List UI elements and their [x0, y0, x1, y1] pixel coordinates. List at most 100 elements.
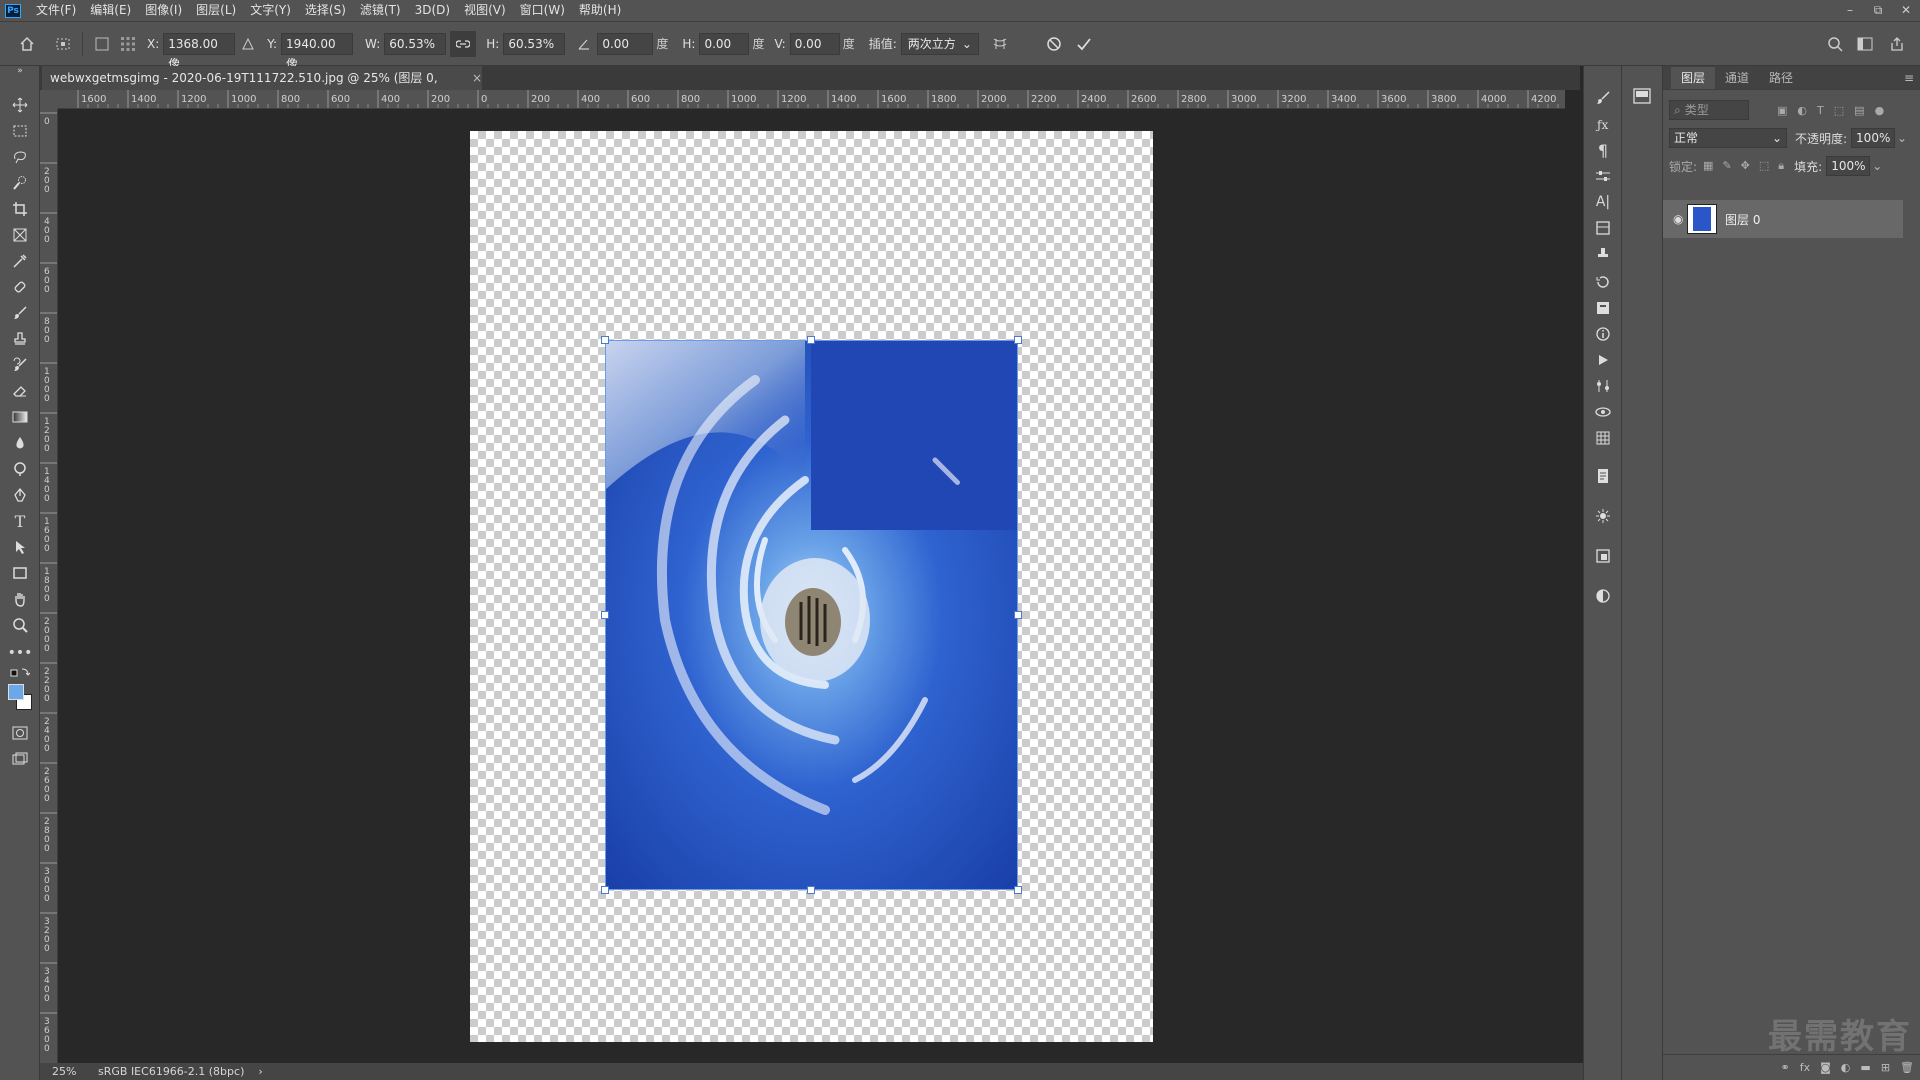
adjustment-filter-icon[interactable]: ◐	[1797, 104, 1807, 117]
zoom-tool-icon[interactable]	[8, 614, 32, 636]
transform-handle-top-right[interactable]	[1014, 336, 1022, 344]
swatches-panel-icon[interactable]	[1633, 88, 1653, 106]
timeline-icon[interactable]	[1592, 506, 1614, 526]
transform-tool-icon[interactable]	[50, 31, 76, 57]
height-percent-input[interactable]: 60.53%	[503, 32, 566, 55]
link-layers-icon[interactable]: ⚭	[1781, 1061, 1790, 1074]
transform-handle-bottom-right[interactable]	[1014, 886, 1022, 894]
move-tool-icon[interactable]	[8, 94, 32, 116]
rectangle-tool-icon[interactable]	[8, 562, 32, 584]
3d-icon[interactable]	[1592, 402, 1614, 422]
width-percent-input[interactable]: 60.53%	[384, 32, 447, 55]
v-skew-input[interactable]: 0.00	[789, 32, 840, 55]
table-icon[interactable]	[1592, 428, 1614, 448]
history-brush-tool-icon[interactable]	[8, 354, 32, 376]
free-transform-bounding-box[interactable]	[601, 336, 1022, 894]
transform-handle-bottom-left[interactable]	[601, 886, 609, 894]
warp-mode-icon[interactable]	[987, 31, 1013, 57]
pen-tool-icon[interactable]	[8, 484, 32, 506]
menu-help[interactable]: 帮助(H)	[572, 0, 628, 21]
smart-object-filter-icon[interactable]: ▤	[1854, 104, 1864, 117]
chevron-down-icon[interactable]: ⌄	[1897, 131, 1907, 145]
navigator-icon[interactable]	[1592, 546, 1614, 566]
menu-select[interactable]: 选择(S)	[298, 0, 353, 21]
y-position-input[interactable]: 1940.00 像	[281, 32, 354, 71]
lock-position-icon[interactable]: ✥	[1741, 159, 1750, 173]
restore-button[interactable]: ⧉	[1864, 0, 1892, 21]
tab-channels[interactable]: 通道	[1715, 67, 1759, 89]
fill-input[interactable]: 100%	[1826, 156, 1871, 176]
lock-pixels-icon[interactable]: ✎	[1722, 159, 1731, 173]
character-icon[interactable]: A|	[1592, 192, 1614, 212]
transform-handle-right[interactable]	[1014, 611, 1022, 619]
lasso-tool-icon[interactable]	[8, 146, 32, 168]
menu-filter[interactable]: 滤镜(T)	[353, 0, 408, 21]
menu-file[interactable]: 文件(F)	[29, 0, 83, 21]
type-filter-icon[interactable]: T	[1817, 104, 1824, 117]
minimize-button[interactable]: –	[1836, 0, 1864, 21]
reference-point-grid-icon[interactable]	[115, 31, 141, 57]
workspace-icon[interactable]	[1852, 31, 1878, 57]
foreground-color-swatch[interactable]	[8, 684, 24, 700]
reference-point-checkbox[interactable]	[89, 31, 115, 57]
clone-source-icon[interactable]	[1592, 244, 1614, 264]
crop-tool-icon[interactable]	[8, 198, 32, 220]
quick-mask-icon[interactable]	[8, 722, 32, 744]
healing-brush-tool-icon[interactable]	[8, 276, 32, 298]
stamp-tool-icon[interactable]	[8, 328, 32, 350]
tab-layers[interactable]: 图层	[1671, 67, 1716, 89]
commit-transform-icon[interactable]	[1071, 31, 1097, 57]
transform-handle-top[interactable]	[807, 336, 815, 344]
x-position-input[interactable]: 1368.00 像	[163, 32, 236, 71]
h-skew-input[interactable]: 0.00	[699, 32, 750, 55]
menu-3d[interactable]: 3D(D)	[408, 0, 457, 21]
gradient-tool-icon[interactable]	[8, 406, 32, 428]
brush-settings-icon[interactable]	[1592, 88, 1614, 108]
search-icon[interactable]	[1822, 31, 1848, 57]
layer-row[interactable]: ◉ 图层 0	[1663, 200, 1903, 238]
channels-mixer-icon[interactable]	[1592, 376, 1614, 396]
fx-icon[interactable]: fx	[1800, 1061, 1810, 1074]
type-tool-icon[interactable]: T	[8, 510, 32, 532]
menu-window[interactable]: 窗口(W)	[513, 0, 572, 21]
swap-colors-icon[interactable]	[8, 666, 32, 680]
status-menu-arrow[interactable]: ›	[258, 1065, 262, 1078]
transform-handle-top-left[interactable]	[601, 336, 609, 344]
chevron-down-icon[interactable]: ⌄	[1872, 159, 1882, 173]
marquee-tool-icon[interactable]	[8, 120, 32, 142]
lock-all-icon[interactable]: 🔒︎	[1778, 159, 1784, 173]
eraser-tool-icon[interactable]	[8, 380, 32, 402]
zoom-level[interactable]: 25%	[40, 1065, 80, 1078]
pixel-filter-icon[interactable]: ▣	[1777, 104, 1787, 117]
adjust-sliders-icon[interactable]	[1592, 166, 1614, 186]
more-tools-icon[interactable]: •••	[8, 642, 33, 664]
quick-select-tool-icon[interactable]	[8, 172, 32, 194]
home-icon[interactable]	[14, 31, 40, 57]
new-group-icon[interactable]: ▬	[1860, 1061, 1870, 1074]
history-icon[interactable]	[1592, 272, 1614, 292]
relative-position-icon[interactable]	[235, 31, 261, 57]
transform-handle-bottom[interactable]	[807, 886, 815, 894]
close-button[interactable]: ✕	[1892, 0, 1920, 21]
properties-icon[interactable]	[1592, 298, 1614, 318]
frame-tool-icon[interactable]	[8, 224, 32, 246]
menu-edit[interactable]: 编辑(E)	[83, 0, 138, 21]
layer-name[interactable]: 图层 0	[1725, 211, 1760, 228]
blend-mode-select[interactable]: 正常 ⌄	[1669, 128, 1787, 148]
screen-mode-icon[interactable]	[8, 748, 32, 770]
add-mask-icon[interactable]: ◙	[1820, 1061, 1831, 1074]
canvas-area[interactable]	[58, 109, 1565, 1063]
glyphs-icon[interactable]: ƒx	[1592, 114, 1614, 134]
menu-view[interactable]: 视图(V)	[457, 0, 513, 21]
lock-artboard-icon[interactable]: ⬚	[1759, 159, 1769, 173]
hand-tool-icon[interactable]	[8, 588, 32, 610]
trash-icon[interactable]: 🗑︎	[1900, 1061, 1914, 1074]
opacity-input[interactable]: 100%	[1851, 128, 1896, 148]
rotate-angle-input[interactable]: 0.00	[597, 32, 654, 55]
lock-transparency-icon[interactable]: ▦	[1703, 159, 1713, 173]
notes-icon[interactable]	[1592, 466, 1614, 486]
panel-menu-icon[interactable]: ≡	[1898, 67, 1920, 89]
interpolation-select[interactable]: 两次立方 ⌄	[900, 32, 979, 55]
menu-layer[interactable]: 图层(L)	[189, 0, 243, 21]
collapse-toolbar-icon[interactable]: »	[8, 66, 32, 76]
